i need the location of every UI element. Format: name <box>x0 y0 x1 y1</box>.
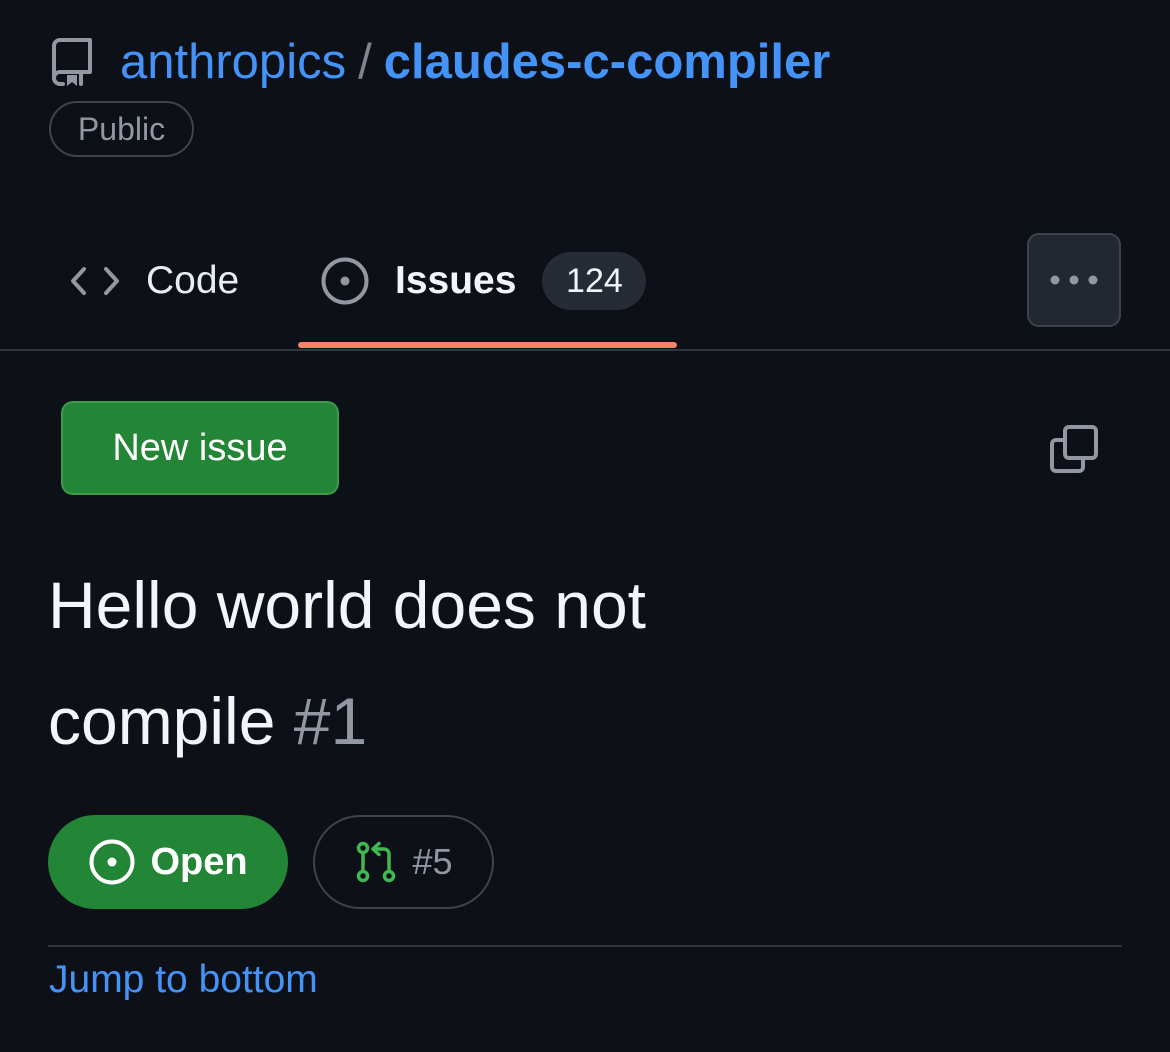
tab-issues[interactable]: Issues 124 <box>320 250 647 312</box>
tab-code[interactable]: Code <box>70 250 239 312</box>
tabs-divider <box>0 349 1170 351</box>
git-pull-request-icon <box>357 841 396 883</box>
issues-count-badge: 124 <box>542 252 647 310</box>
jump-to-bottom-link[interactable]: Jump to bottom <box>49 955 318 1005</box>
issue-state-label: Open <box>150 840 248 883</box>
repo-icon <box>52 38 92 86</box>
more-options-button[interactable] <box>1027 233 1121 327</box>
issue-state-badge: Open <box>48 815 288 909</box>
visibility-badge: Public <box>49 101 194 157</box>
tab-code-label: Code <box>146 259 240 302</box>
repo-owner-link[interactable]: anthropics <box>120 34 346 90</box>
breadcrumb-separator: / <box>358 35 372 89</box>
header-divider <box>48 945 1122 947</box>
issue-opened-icon <box>89 839 135 885</box>
linked-pull-request-number: #5 <box>412 841 453 882</box>
kebab-horizontal-icon <box>1050 275 1098 285</box>
issue-title: Hello world does not compile #1 <box>48 547 828 779</box>
issue-number: #1 <box>293 684 368 758</box>
repo-breadcrumb: anthropics / claudes-c-compiler <box>120 30 830 94</box>
copy-icon[interactable] <box>1049 424 1099 474</box>
linked-pull-request-badge[interactable]: #5 <box>313 815 494 909</box>
issue-opened-icon <box>321 257 369 305</box>
active-tab-indicator <box>298 342 677 348</box>
code-icon <box>71 267 119 295</box>
tab-issues-label: Issues <box>395 259 517 302</box>
repo-name-link[interactable]: claudes-c-compiler <box>384 34 831 90</box>
new-issue-button[interactable]: New issue <box>61 401 339 495</box>
